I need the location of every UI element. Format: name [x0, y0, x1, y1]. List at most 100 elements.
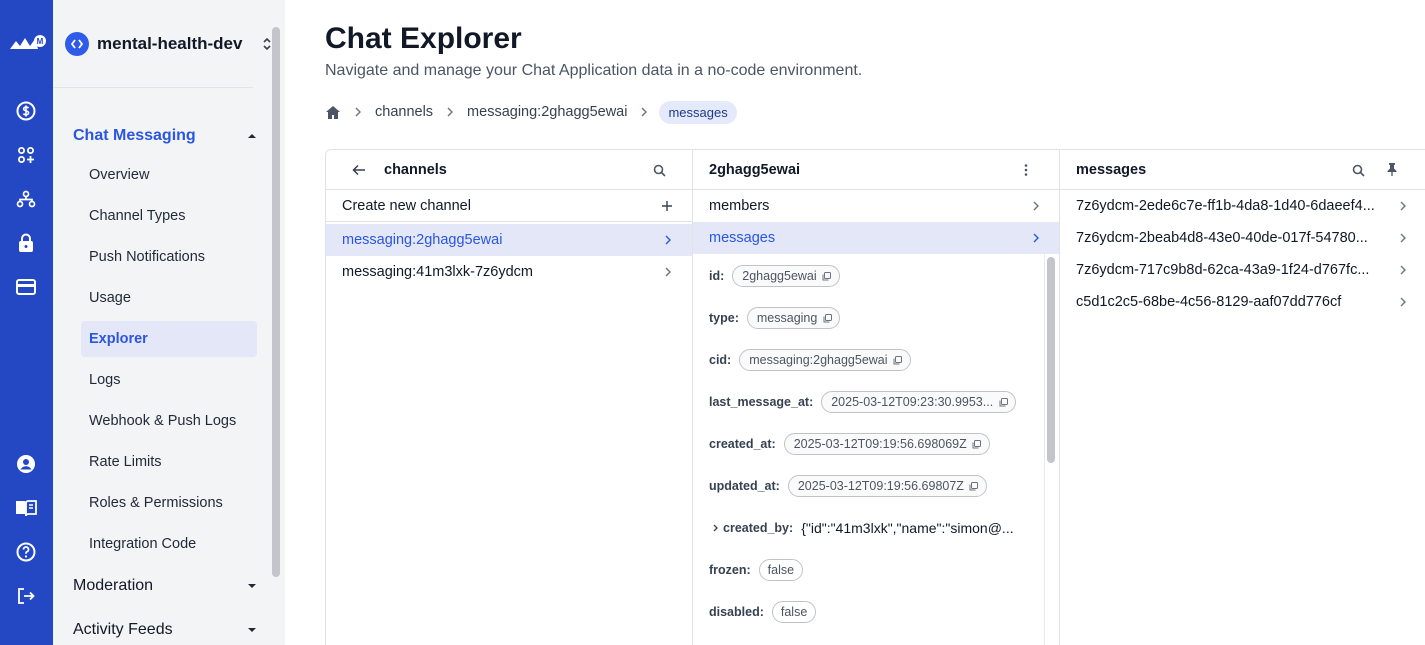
sidebar-item-label: Webhook & Push Logs — [89, 413, 237, 429]
breadcrumb-item-channels[interactable]: channels — [373, 104, 435, 120]
help-icon[interactable] — [14, 540, 38, 564]
value-chip[interactable]: 2ghagg5ewai — [732, 265, 840, 287]
sidebar-item-rate-limits[interactable]: Rate Limits — [81, 444, 257, 480]
field-value: 2025-03-12T09:19:56.69807Z — [797, 479, 964, 493]
back-arrow-icon[interactable] — [351, 162, 367, 178]
home-icon[interactable] — [325, 104, 341, 120]
sidebar-item-overview[interactable]: Overview — [81, 157, 257, 193]
chevron-right-icon — [343, 107, 373, 117]
field-value: messaging — [756, 311, 818, 325]
credit-card-icon[interactable] — [14, 275, 38, 299]
dollar-coin-icon[interactable] — [14, 99, 38, 123]
sidebar-item-explorer[interactable]: Explorer — [81, 321, 257, 357]
list-item[interactable]: 7z6ydcm-2beab4d8-43e0-40de-017f-54780... — [1060, 222, 1425, 254]
sidebar-section-label: Activity Feeds — [73, 621, 173, 638]
stream-logo-icon[interactable]: M — [8, 32, 48, 56]
sidebar-item-label: Roles & Permissions — [89, 495, 223, 511]
field-label: last_message_at: — [709, 395, 814, 409]
app: M mental-health-dev Chat Messaging Overv… — [0, 0, 1425, 645]
sidebar-item-roles-permissions[interactable]: Roles & Permissions — [81, 485, 257, 521]
page-subtitle: Navigate and manage your Chat Applicatio… — [325, 62, 863, 79]
chevron-right-icon — [1398, 265, 1408, 275]
more-vertical-icon[interactable] — [1018, 162, 1034, 178]
detail-scroll-track — [1044, 250, 1045, 645]
list-item-label: members — [709, 198, 770, 214]
chevron-right-icon — [1398, 297, 1408, 307]
sidebar-section-activity-feeds[interactable]: Activity Feeds — [73, 618, 257, 642]
list-item[interactable]: messaging:41m3lxk-7z6ydcm — [326, 256, 692, 288]
sidebar-section-label: Chat Messaging — [73, 127, 196, 144]
search-icon[interactable] — [651, 162, 667, 178]
value-chip: false — [771, 601, 817, 623]
create-channel-row[interactable]: Create new channel — [326, 190, 692, 222]
list-item-label: 7z6ydcm-717c9b8d-62ca-43a9-1f24-d767fc..… — [1076, 262, 1370, 278]
breadcrumb-item-channel[interactable]: messaging:2ghagg5ewai — [465, 104, 629, 120]
sidebar-scrollbar[interactable] — [272, 27, 280, 577]
list-item[interactable]: 7z6ydcm-2ede6c7e-ff1b-4da8-1d40-6daeef4.… — [1060, 190, 1425, 222]
list-item[interactable]: messaging:2ghagg5ewai — [326, 224, 692, 256]
field-cid: cid: messaging:2ghagg5ewai — [709, 347, 911, 373]
docs-book-icon[interactable] — [14, 496, 38, 520]
value-chip[interactable]: 2025-03-12T09:19:56.698069Z — [783, 433, 990, 455]
copy-icon[interactable] — [822, 271, 832, 281]
field-label: frozen: — [709, 563, 751, 577]
sidebar-section-chat-messaging[interactable]: Chat Messaging — [73, 124, 257, 148]
logout-icon[interactable] — [14, 584, 38, 608]
copy-icon[interactable] — [998, 397, 1008, 407]
sidebar-item-usage[interactable]: Usage — [81, 280, 257, 316]
app-rail: M — [0, 0, 53, 645]
sidebar-section-moderation[interactable]: Moderation — [73, 574, 257, 598]
detail-scrollbar[interactable] — [1047, 257, 1055, 463]
sidebar-item-label: Push Notifications — [89, 249, 206, 265]
plus-icon — [662, 201, 672, 211]
org-tree-icon[interactable] — [14, 187, 38, 211]
sidebar-section-label: Moderation — [73, 577, 154, 594]
project-switcher[interactable]: mental-health-dev — [65, 30, 273, 58]
pin-icon[interactable] — [1384, 161, 1400, 177]
field-label: created_by: — [723, 521, 794, 535]
field-disabled: disabled: false — [709, 599, 817, 625]
lock-icon[interactable] — [14, 231, 38, 255]
search-icon[interactable] — [1350, 162, 1366, 178]
field-value: false — [767, 563, 795, 577]
value-chip[interactable]: 2025-03-12T09:23:30.9953... — [821, 391, 1017, 413]
column-title: 2ghagg5ewai — [709, 161, 801, 178]
chevron-right-icon — [1398, 201, 1408, 211]
sidebar-item-label: Channel Types — [89, 208, 186, 224]
sidebar-item-push-notifications[interactable]: Push Notifications — [81, 239, 257, 275]
list-item[interactable]: members — [693, 190, 1059, 222]
sidebar-item-logs[interactable]: Logs — [81, 362, 257, 398]
copy-icon[interactable] — [822, 313, 832, 323]
list-item[interactable]: 7z6ydcm-717c9b8d-62ca-43a9-1f24-d767fc..… — [1060, 254, 1425, 286]
sidebar-item-webhook-push-logs[interactable]: Webhook & Push Logs — [81, 403, 257, 439]
sidebar-item-integration-code[interactable]: Integration Code — [81, 526, 257, 562]
sidebar-item-label: Usage — [89, 290, 131, 306]
value-chip[interactable]: messaging:2ghagg5ewai — [739, 349, 911, 371]
sidebar-item-label: Integration Code — [89, 536, 197, 552]
field-created-by[interactable]: created_by: {"id":"41m3lxk","name":"simo… — [713, 515, 1014, 541]
field-label: disabled: — [709, 605, 764, 619]
explorer-panel: channels Create new channel messaging:2g… — [325, 149, 1425, 645]
sidebar-item-channel-types[interactable]: Channel Types — [81, 198, 257, 234]
chevron-right-icon — [1031, 233, 1041, 243]
copy-icon[interactable] — [969, 481, 979, 491]
copy-icon[interactable] — [972, 439, 982, 449]
chevron-right-icon[interactable] — [713, 524, 723, 532]
field-value: 2025-03-12T09:19:56.698069Z — [793, 437, 967, 451]
field-label: created_at: — [709, 437, 776, 451]
user-account-icon[interactable] — [14, 452, 38, 476]
column-title: channels — [384, 161, 447, 178]
project-code-icon — [65, 32, 89, 56]
caret-down-icon — [247, 625, 257, 635]
apps-grid-icon[interactable] — [14, 143, 38, 167]
value-chip: false — [758, 559, 804, 581]
copy-icon[interactable] — [893, 355, 903, 365]
list-item[interactable]: c5d1c2c5-68be-4c56-8129-aaf07dd776cf — [1060, 286, 1425, 318]
list-item[interactable]: messages — [693, 222, 1059, 254]
field-updated-at: updated_at: 2025-03-12T09:19:56.69807Z — [709, 473, 987, 499]
value-chip[interactable]: messaging — [746, 307, 841, 329]
messages-column: messages 7z6ydcm-2ede6c7e-ff1b-4da8-1d40… — [1060, 150, 1425, 645]
value-chip[interactable]: 2025-03-12T09:19:56.69807Z — [787, 475, 987, 497]
chevron-right-icon — [1398, 233, 1408, 243]
field-value: messaging:2ghagg5ewai — [749, 353, 888, 367]
